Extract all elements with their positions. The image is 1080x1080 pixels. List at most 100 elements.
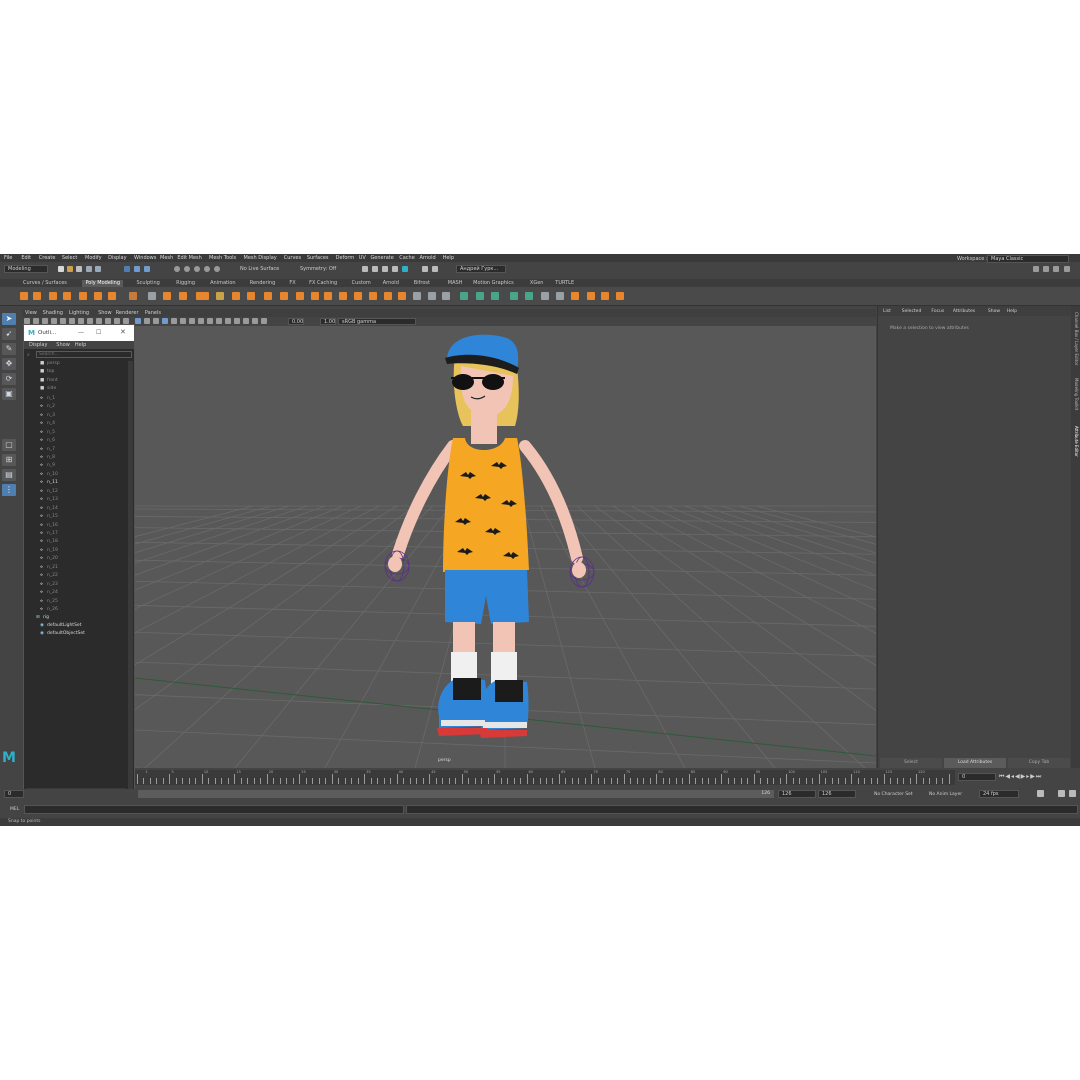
outliner-item[interactable]: ⟡ n_12: [40, 488, 58, 496]
viewport-shading-11-icon[interactable]: [225, 318, 231, 324]
viewport-shading-5-icon[interactable]: [171, 318, 177, 324]
outliner-item[interactable]: ⟡ n_13: [40, 496, 58, 504]
menu-curves[interactable]: Curves: [284, 255, 301, 261]
anim-layer-select[interactable]: No Anim Layer: [929, 792, 962, 797]
color-space-select[interactable]: sRGB gamma: [338, 318, 416, 325]
menu-cache[interactable]: Cache: [399, 255, 415, 261]
viewport-shading-7-icon[interactable]: [189, 318, 195, 324]
fps-select[interactable]: 24 fps: [979, 790, 1019, 798]
render-current-icon[interactable]: [372, 266, 378, 272]
outliner-item[interactable]: ⟡ n_17: [40, 530, 58, 538]
outliner-persp-layout-icon[interactable]: ⋮: [2, 484, 16, 496]
outliner-item[interactable]: ■ front: [40, 378, 58, 386]
snap-surface-icon[interactable]: [214, 266, 220, 272]
side-tab-attribute-editor[interactable]: Attribute Editor: [1072, 426, 1079, 457]
shelf-tool-30-icon[interactable]: [460, 292, 468, 300]
toggle-attribute-editor-icon[interactable]: [1064, 266, 1070, 272]
copy-tab-button[interactable]: Copy Tab: [1008, 758, 1070, 768]
shelf-tool-19-icon[interactable]: [296, 292, 304, 300]
attribute-menu-attributes[interactable]: Attributes: [953, 309, 975, 314]
outliner-search-input[interactable]: Search...: [36, 351, 132, 358]
redo-icon[interactable]: [95, 266, 101, 272]
snap-grid-icon[interactable]: [174, 266, 180, 272]
four-view-layout-icon[interactable]: ⊞: [2, 454, 16, 466]
outliner-item[interactable]: ⟡ n_1: [40, 395, 55, 403]
lasso-tool-icon[interactable]: ➹: [2, 328, 16, 340]
menu-deform[interactable]: Deform: [336, 255, 355, 261]
shelf-tool-6-icon[interactable]: [94, 292, 102, 300]
side-tab-modeling-toolkit[interactable]: Modeling Toolkit: [1072, 378, 1079, 410]
shelf-tab-curves-surfaces[interactable]: Curves / Surfaces: [20, 280, 70, 287]
scale-tool-icon[interactable]: ▣: [2, 388, 16, 400]
shelf-tool-38-icon[interactable]: [587, 292, 595, 300]
toggle-outliner-icon[interactable]: [1043, 266, 1049, 272]
shelf-tab-bifrost[interactable]: Bifrost: [411, 280, 433, 287]
side-tab-channel-box[interactable]: Channel Box / Layer Editor: [1072, 312, 1079, 365]
viewport-shading-10-icon[interactable]: [216, 318, 222, 324]
shelf-tab-fx-caching[interactable]: FX Caching: [306, 280, 340, 287]
shelf-tool-10-icon[interactable]: [163, 292, 171, 300]
shelf-tab-motion-graphics[interactable]: Motion Graphics: [470, 280, 517, 287]
live-surface-label[interactable]: No Live Surface: [240, 266, 279, 272]
menu-modify[interactable]: Modify: [85, 255, 102, 261]
attribute-menu-show[interactable]: Show: [988, 309, 1000, 314]
loop-icon[interactable]: [1037, 790, 1044, 797]
preferences-icon[interactable]: [1069, 790, 1076, 797]
shelf-tab-arnold[interactable]: Arnold: [380, 280, 402, 287]
rotate-tool-icon[interactable]: ⟳: [2, 373, 16, 385]
menu-edit[interactable]: Edit: [21, 255, 31, 261]
viewport-shading-8-icon[interactable]: [198, 318, 204, 324]
menu-create[interactable]: Create: [39, 255, 56, 261]
outliner-item[interactable]: ■ persp: [40, 361, 60, 369]
render-settings-icon[interactable]: [392, 266, 398, 272]
save-scene-icon[interactable]: [76, 266, 82, 272]
snap-point-icon[interactable]: [194, 266, 200, 272]
menu-edit-mesh[interactable]: Edit Mesh: [177, 255, 201, 261]
menu-select[interactable]: Select: [62, 255, 77, 261]
shelf-tool-36-icon[interactable]: [556, 292, 564, 300]
outliner-item[interactable]: ◉ defaultLightSet: [40, 623, 81, 631]
new-scene-icon[interactable]: [58, 266, 64, 272]
shelf-tool-31-icon[interactable]: [476, 292, 484, 300]
outliner-item[interactable]: ⟡ n_21: [40, 564, 58, 572]
menu-mesh-display[interactable]: Mesh Display: [244, 255, 277, 261]
viewport-menu-shading[interactable]: Shading: [43, 310, 63, 316]
outliner-item[interactable]: ⟡ n_18: [40, 538, 58, 546]
shelf-tool-27-icon[interactable]: [413, 292, 421, 300]
outliner-item[interactable]: ⟡ n_26: [40, 606, 58, 614]
outliner-item[interactable]: ⟡ n_20: [40, 555, 58, 563]
menu-file[interactable]: File: [4, 255, 12, 261]
shelf-tool-18-icon[interactable]: [280, 292, 288, 300]
outliner-item[interactable]: ⟡ n_11: [40, 479, 58, 487]
viewport-menu-renderer[interactable]: Renderer: [116, 310, 139, 316]
viewport-shading-4-icon[interactable]: [162, 318, 168, 324]
shelf-tab-rendering[interactable]: Rendering: [247, 280, 279, 287]
outliner-item[interactable]: ⟡ n_19: [40, 547, 58, 555]
current-frame-field[interactable]: 0: [958, 773, 996, 781]
outliner-menu-help[interactable]: Help: [75, 342, 86, 348]
shelf-tab-poly-modeling[interactable]: Poly Modeling: [82, 280, 124, 287]
outliner-menu-display[interactable]: Display: [29, 342, 47, 348]
outliner-item[interactable]: ◉ defaultObjectSet: [40, 631, 85, 639]
viewport-menu-panels[interactable]: Panels: [145, 310, 161, 316]
paint-select-tool-icon[interactable]: ✎: [2, 343, 16, 355]
shelf-tool-22-icon[interactable]: [339, 292, 347, 300]
shelf-tab-fx[interactable]: FX: [286, 280, 298, 287]
viewport-shading-6-icon[interactable]: [180, 318, 186, 324]
outliner-item[interactable]: ⟡ n_16: [40, 522, 58, 530]
viewport-shading-14-icon[interactable]: [252, 318, 258, 324]
menu-mesh[interactable]: Mesh: [160, 255, 173, 261]
shelf-tool-13-icon[interactable]: [201, 292, 209, 300]
shelf-tool-25-icon[interactable]: [384, 292, 392, 300]
attribute-menu-help[interactable]: Help: [1007, 309, 1017, 314]
shelf-tab-sculpting[interactable]: Sculpting: [134, 280, 163, 287]
shelf-tool-14-icon[interactable]: [216, 292, 224, 300]
outliner-layout-icon[interactable]: ▤: [2, 469, 16, 481]
search-icon[interactable]: ⌕: [27, 352, 30, 358]
hypershade-icon[interactable]: [402, 266, 408, 272]
ipr-render-icon[interactable]: [382, 266, 388, 272]
undo-icon[interactable]: [86, 266, 92, 272]
shelf-tool-24-icon[interactable]: [369, 292, 377, 300]
menu-surfaces[interactable]: Surfaces: [307, 255, 329, 261]
command-input[interactable]: [24, 805, 404, 814]
